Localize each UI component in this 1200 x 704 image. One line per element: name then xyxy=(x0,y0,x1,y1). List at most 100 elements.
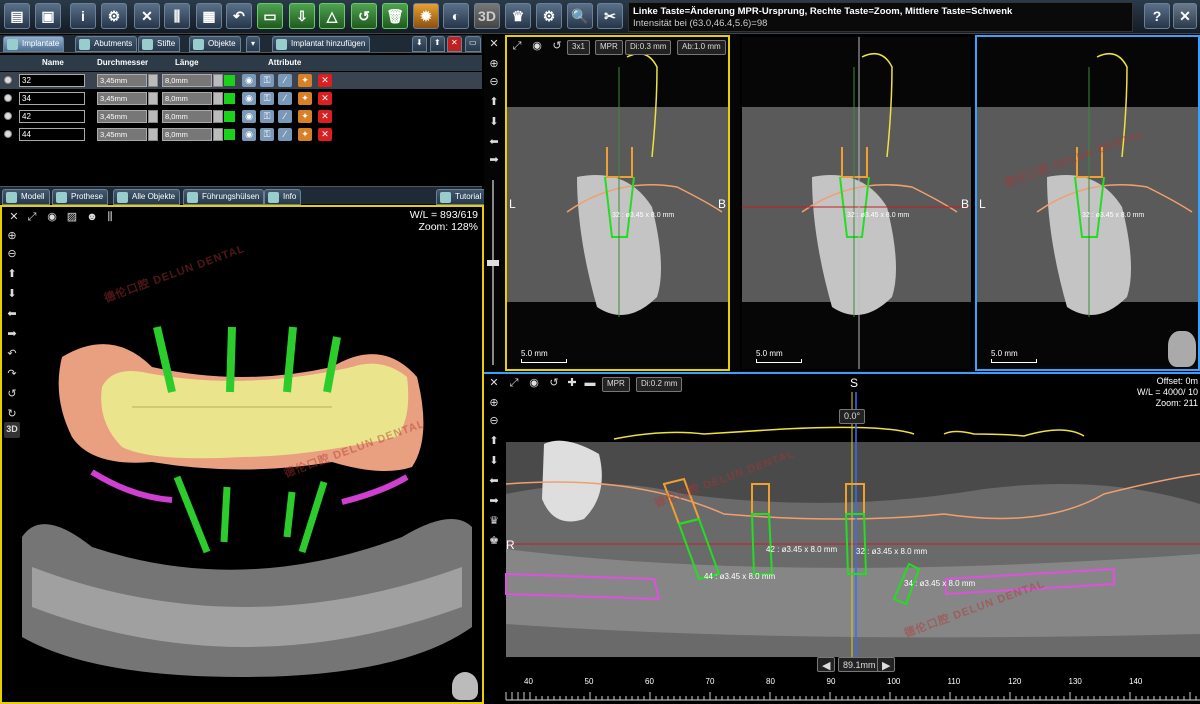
layout-button[interactable]: 3x1 xyxy=(567,40,590,55)
arrow-down-icon[interactable]: ⬇ xyxy=(4,287,20,303)
gear-icon[interactable]: ⚙ xyxy=(101,3,127,29)
angle-indicator[interactable]: 0.0° xyxy=(839,409,866,424)
length-field[interactable]: 8,0mm xyxy=(162,74,212,87)
crown-lower-icon[interactable]: ♚ xyxy=(486,534,502,550)
tab-tutorial[interactable]: Tutorial xyxy=(436,189,487,205)
zoom-out-icon[interactable]: ⊖ xyxy=(4,247,20,263)
delete-icon[interactable]: ✕ xyxy=(318,92,332,105)
sleeve-icon[interactable]: ↺ xyxy=(351,3,377,29)
minus-icon[interactable]: ▬ xyxy=(582,376,598,392)
tools-icon[interactable]: ✕ xyxy=(486,376,502,392)
axis-icon[interactable]: ∕ xyxy=(278,74,292,87)
sleeve-icon[interactable]: ✦ xyxy=(298,110,312,123)
tab-modell[interactable]: Modell xyxy=(2,189,50,205)
3d-mode-button[interactable]: 3D xyxy=(4,422,20,438)
fullscreen-icon[interactable]: ⤢ xyxy=(509,39,525,55)
implant-name-field[interactable]: 44 xyxy=(19,128,85,141)
settings-icon[interactable]: ⚙ xyxy=(536,3,562,29)
length-field[interactable]: 8,0mm xyxy=(162,110,212,123)
length-field[interactable]: 8,0mm xyxy=(162,128,212,141)
eye-icon[interactable]: ◉ xyxy=(242,92,256,105)
arrow-left-icon[interactable]: ⬅ xyxy=(486,135,502,151)
arrow-up-icon[interactable]: ⬆ xyxy=(4,267,20,283)
diameter-spinner[interactable] xyxy=(148,92,158,105)
di-field[interactable]: Di:0.2 mm xyxy=(636,377,683,392)
table-row[interactable]: 42 3,45mm 8,0mm ◉ ⚿ ∕ ✦ ✕ xyxy=(0,108,482,125)
delete-icon[interactable]: ✕ xyxy=(318,74,332,87)
reset-icon[interactable]: ↺ xyxy=(546,376,562,392)
row-radio[interactable] xyxy=(4,76,12,84)
arrow-down-icon[interactable]: ⬇ xyxy=(486,115,502,131)
trash-icon[interactable]: 🗑 xyxy=(382,3,408,29)
document-icon[interactable]: ▦ xyxy=(196,3,222,29)
dropdown-button[interactable]: ▾ xyxy=(246,36,261,52)
crown-icon[interactable]: ♛ xyxy=(505,3,531,29)
implant-icon[interactable]: ⫼ xyxy=(164,3,190,29)
implant-name-field[interactable]: 34 xyxy=(19,92,85,105)
di-field[interactable]: Di:0.3 mm xyxy=(625,40,672,55)
axis-icon[interactable]: ∕ xyxy=(278,110,292,123)
zoom-in-icon[interactable]: ⊕ xyxy=(486,396,502,412)
plus-icon[interactable]: ✚ xyxy=(564,376,580,392)
mpr-button[interactable]: MPR xyxy=(602,377,630,392)
diameter-spinner[interactable] xyxy=(148,110,158,123)
arrow-right-icon[interactable]: ➡ xyxy=(486,494,502,510)
position-left-button[interactable]: ◀ xyxy=(817,657,836,672)
image-icon[interactable]: ▨ xyxy=(64,210,80,226)
export-icon[interactable]: ⇩ xyxy=(289,3,315,29)
fullscreen-icon[interactable]: ⤢ xyxy=(506,376,522,392)
contrast-icon[interactable]: ◐ xyxy=(443,3,469,29)
search-icon[interactable]: 🔍 xyxy=(567,3,593,29)
zoom-out-icon[interactable]: ⊖ xyxy=(486,414,502,430)
table-row[interactable]: 44 3,45mm 8,0mm ◉ ⚿ ∕ ✦ ✕ xyxy=(0,126,482,143)
axis-icon[interactable]: ∕ xyxy=(278,92,292,105)
delete-icon[interactable]: ✕ xyxy=(447,36,462,52)
reset-icon[interactable]: ↺ xyxy=(549,39,565,55)
cut-icon[interactable]: ✂ xyxy=(597,3,623,29)
rotate-up-icon[interactable]: ↺ xyxy=(4,387,20,403)
camera-icon[interactable]: ◉ xyxy=(526,376,542,392)
implant-name-field[interactable]: 32 xyxy=(19,74,85,87)
arrow-down-icon[interactable]: ⬇ xyxy=(486,454,502,470)
diameter-spinner[interactable] xyxy=(148,74,158,87)
mpr-panel-3[interactable]: 32 : ø3.45 x 8.0 mm L 5.0 mm xyxy=(975,35,1200,371)
table-row[interactable]: 32 3,45mm 8,0mm ◉ ⚿ ∕ ✦ ✕ xyxy=(0,72,482,89)
color-swatch[interactable] xyxy=(224,111,235,122)
head-orientation-icon[interactable] xyxy=(1168,331,1196,367)
ab-field[interactable]: Ab:1.0 mm xyxy=(677,40,726,55)
table-row[interactable]: 34 3,45mm 8,0mm ◉ ⚿ ∕ ✦ ✕ xyxy=(0,90,482,107)
sleeve-icon[interactable]: ✦ xyxy=(298,74,312,87)
color-swatch[interactable] xyxy=(224,93,235,104)
xray-icon[interactable]: ✹ xyxy=(413,3,439,29)
tools-icon[interactable]: ✕ xyxy=(134,3,160,29)
info-icon[interactable]: i xyxy=(70,3,96,29)
measure-icon[interactable]: △ xyxy=(319,3,345,29)
eye-icon[interactable]: ◉ xyxy=(242,110,256,123)
arrow-left-icon[interactable]: ⬅ xyxy=(486,474,502,490)
head-orientation-icon[interactable] xyxy=(452,672,478,700)
implant-name-field[interactable]: 42 xyxy=(19,110,85,123)
arrow-up-icon[interactable]: ⬆ xyxy=(486,434,502,450)
row-radio[interactable] xyxy=(4,130,12,138)
move-down-icon[interactable]: ⬇ xyxy=(412,36,427,52)
length-field[interactable]: 8,0mm xyxy=(162,92,212,105)
lock-icon[interactable]: ⚿ xyxy=(260,128,274,141)
fullscreen-icon[interactable]: ⤢ xyxy=(24,210,40,226)
undo-icon[interactable]: ↶ xyxy=(226,3,252,29)
tab-fuehrungshuelsen[interactable]: Führungshülsen xyxy=(183,189,265,205)
arrow-right-icon[interactable]: ➡ xyxy=(486,153,502,169)
mpr-button[interactable]: MPR xyxy=(595,40,623,55)
open-icon[interactable]: ▤ xyxy=(4,3,30,29)
slice-slider-handle[interactable] xyxy=(487,260,499,266)
mpr-panel-1[interactable]: 32 : ø3.45 x 8.0 mm ⤢ ◉ ↺ 3x1 MPR Di:0.3 mm Ab:… xyxy=(505,35,730,371)
sleeve-icon[interactable]: ✦ xyxy=(298,128,312,141)
rotate-down-icon[interactable]: ↻ xyxy=(4,407,20,423)
lock-icon[interactable]: ⚿ xyxy=(260,92,274,105)
close-icon[interactable]: ✕ xyxy=(1173,3,1197,29)
diameter-field[interactable]: 3,45mm xyxy=(97,74,147,87)
lock-icon[interactable]: ⚿ xyxy=(260,110,274,123)
arrow-left-icon[interactable]: ⬅ xyxy=(4,307,20,323)
diameter-field[interactable]: 3,45mm xyxy=(97,128,147,141)
delete-icon[interactable]: ✕ xyxy=(318,110,332,123)
axis-icon[interactable]: ∕ xyxy=(278,128,292,141)
